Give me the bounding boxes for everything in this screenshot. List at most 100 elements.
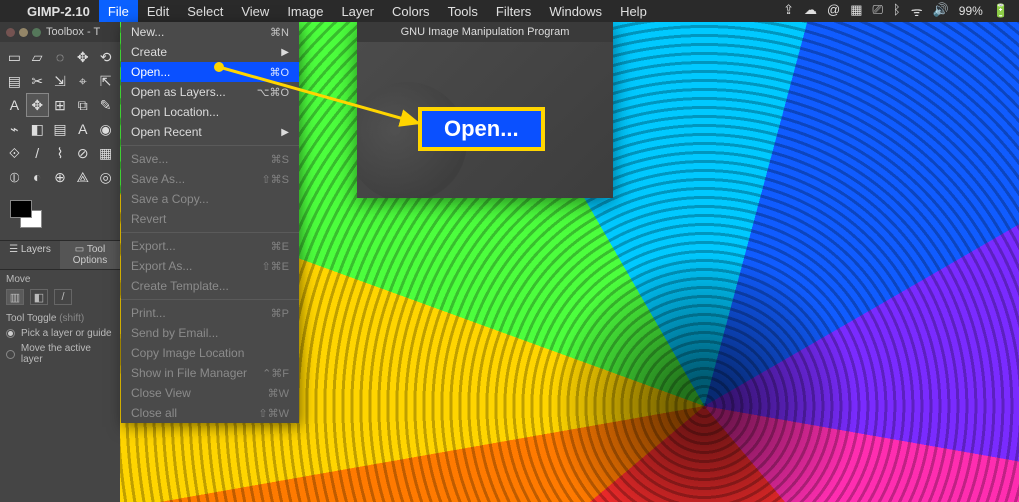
menu-help[interactable]: Help: [611, 0, 656, 22]
menu-item-export-as: Export As...⇧⌘E: [121, 256, 299, 276]
menu-item-close-view: Close View⌘W: [121, 383, 299, 403]
file-menu-dropdown: New...⌘NCreate▶Open...⌘OOpen as Layers..…: [121, 22, 299, 423]
move-label: Move: [6, 274, 114, 285]
menu-separator: [121, 299, 299, 300]
menu-select[interactable]: Select: [178, 0, 232, 22]
bluetooth-icon[interactable]: ᛒ: [893, 2, 901, 20]
menu-filters[interactable]: Filters: [487, 0, 540, 22]
toolbox-titlebar[interactable]: Toolbox - T: [0, 22, 120, 42]
tab-tool-options[interactable]: ▭ Tool Options: [60, 241, 120, 269]
tool-24[interactable]: ▦: [95, 142, 116, 164]
grid-icon[interactable]: ▦: [850, 2, 862, 20]
move-target-0[interactable]: ▥: [6, 289, 24, 305]
tool-0[interactable]: ▭: [4, 46, 25, 68]
menu-item-revert: Revert: [121, 209, 299, 229]
dropbox-icon[interactable]: ⇪: [783, 2, 794, 20]
opt-move-active[interactable]: Move the active layer: [6, 343, 114, 365]
tool-16[interactable]: ◧: [27, 118, 48, 140]
opt-pick-layer[interactable]: Pick a layer or guide: [6, 328, 114, 339]
tool-17[interactable]: ▤: [50, 118, 71, 140]
menu-windows[interactable]: Windows: [540, 0, 611, 22]
move-target-row[interactable]: ▥ ◧ /: [6, 289, 114, 305]
menu-file[interactable]: File: [99, 0, 138, 22]
tool-11[interactable]: ✥: [27, 94, 48, 116]
tool-10[interactable]: A: [4, 94, 25, 116]
tool-8[interactable]: ⌖: [72, 70, 93, 92]
wifi-icon[interactable]: ᯤ: [911, 2, 923, 20]
app-name[interactable]: GIMP-2.10: [18, 4, 99, 19]
radio-icon: [6, 329, 15, 338]
tool-2[interactable]: ◌: [50, 46, 71, 68]
tool-21[interactable]: /: [27, 142, 48, 164]
menu-item-open-location[interactable]: Open Location...: [121, 102, 299, 122]
menu-item-open-as-layers[interactable]: Open as Layers...⌥⌘O: [121, 82, 299, 102]
tool-9[interactable]: ⇱: [95, 70, 116, 92]
menu-item-copy-image-location: Copy Image Location: [121, 343, 299, 363]
menu-colors[interactable]: Colors: [383, 0, 439, 22]
mac-menubar: GIMP-2.10 FileEditSelectViewImageLayerCo…: [0, 0, 1019, 22]
menu-item-save-as: Save As...⇧⌘S: [121, 169, 299, 189]
swatch-fg[interactable]: [10, 200, 32, 218]
menu-item-open-recent[interactable]: Open Recent▶: [121, 122, 299, 142]
move-target-1[interactable]: ◧: [30, 289, 48, 305]
tool-12[interactable]: ⊞: [50, 94, 71, 116]
menu-tools[interactable]: Tools: [439, 0, 487, 22]
layers-icon: ☰: [9, 244, 18, 255]
menu-separator: [121, 232, 299, 233]
tool-1[interactable]: ▱: [27, 46, 48, 68]
move-target-2[interactable]: /: [54, 289, 72, 305]
window-traffic-lights[interactable]: [6, 28, 41, 37]
tool-15[interactable]: ⌁: [4, 118, 25, 140]
menu-item-print: Print...⌘P: [121, 303, 299, 323]
toolbox-title: Toolbox - T: [46, 26, 100, 38]
menu-item-open[interactable]: Open...⌘O: [121, 62, 299, 82]
tool-7[interactable]: ⇲: [50, 70, 71, 92]
menu-view[interactable]: View: [232, 0, 278, 22]
tool-13[interactable]: ⧉: [72, 94, 93, 116]
tool-22[interactable]: ⌇: [50, 142, 71, 164]
menu-item-create-template: Create Template...: [121, 276, 299, 296]
menu-layer[interactable]: Layer: [332, 0, 383, 22]
splash-title: GNU Image Manipulation Program: [357, 22, 613, 42]
callout-label: Open...: [418, 107, 545, 151]
menu-edit[interactable]: Edit: [138, 0, 178, 22]
tool-26[interactable]: ◐: [27, 166, 48, 188]
at-icon[interactable]: @: [827, 2, 840, 20]
tool-23[interactable]: ⊘: [72, 142, 93, 164]
menu-item-create[interactable]: Create▶: [121, 42, 299, 62]
volume-icon[interactable]: 🔊: [933, 2, 949, 20]
tool-3[interactable]: ✥: [72, 46, 93, 68]
tool-20[interactable]: ⟐: [4, 142, 25, 164]
tool-4[interactable]: ⟲: [95, 46, 116, 68]
gimp-toolbox: Toolbox - T ▭▱◌✥⟲▤✂⇲⌖⇱A✥⊞⧉✎⌁◧▤A◉⟐/⌇⊘▦⦶◐⊕…: [0, 22, 120, 502]
tool-5[interactable]: ▤: [4, 70, 25, 92]
tool-19[interactable]: ◉: [95, 118, 116, 140]
menu-item-save-a-copy: Save a Copy...: [121, 189, 299, 209]
radio-icon: [6, 350, 15, 359]
battery-icon: 🔋: [993, 3, 1009, 19]
menu-item-save: Save...⌘S: [121, 149, 299, 169]
tool-29[interactable]: ◎: [95, 166, 116, 188]
color-swatches[interactable]: [6, 198, 114, 234]
tool-27[interactable]: ⊕: [50, 166, 71, 188]
tool-options-panel: Move ▥◧/ Tool Toggle (shift) Pick a laye…: [0, 270, 120, 369]
menu-item-export: Export...⌘E: [121, 236, 299, 256]
option-tabs: ☰ Layers ▭ Tool Options: [0, 240, 120, 270]
menu-item-send-by-email: Send by Email...: [121, 323, 299, 343]
menu-image[interactable]: Image: [278, 0, 332, 22]
menu-item-close-all: Close all⇧⌘W: [121, 403, 299, 423]
screen-icon[interactable]: ⎚: [873, 2, 883, 20]
tab-layers[interactable]: ☰ Layers: [0, 241, 60, 269]
menu-item-new[interactable]: New...⌘N: [121, 22, 299, 42]
tool-28[interactable]: ⟁: [72, 166, 93, 188]
tool-25[interactable]: ⦶: [4, 166, 25, 188]
menu-item-show-in-file-manager: Show in File Manager⌃⌘F: [121, 363, 299, 383]
tool-6[interactable]: ✂: [27, 70, 48, 92]
cloud-icon[interactable]: ☁: [804, 2, 817, 20]
tool-18[interactable]: A: [72, 118, 93, 140]
battery-percent: 99%: [959, 4, 983, 18]
tool-14[interactable]: ✎: [95, 94, 116, 116]
options-icon: ▭: [75, 244, 84, 255]
menu-separator: [121, 145, 299, 146]
tool-grid: ▭▱◌✥⟲▤✂⇲⌖⇱A✥⊞⧉✎⌁◧▤A◉⟐/⌇⊘▦⦶◐⊕⟁◎: [0, 42, 120, 192]
